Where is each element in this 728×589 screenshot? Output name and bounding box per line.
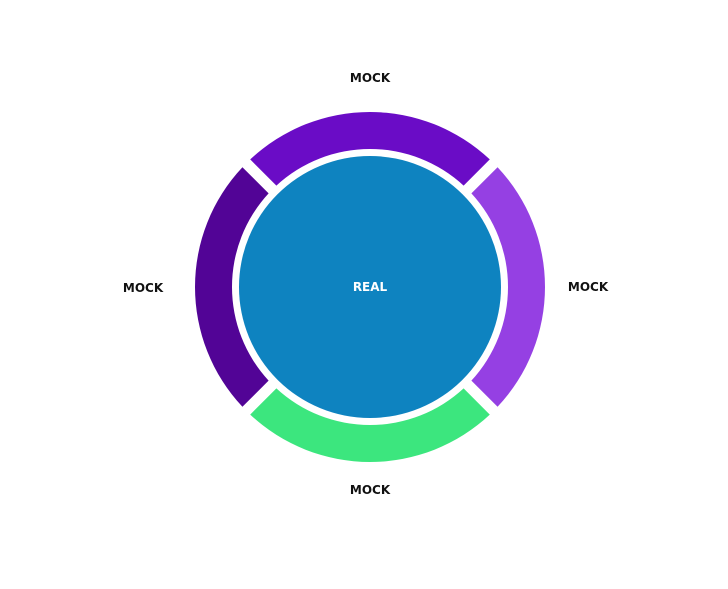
center-label: REAL — [352, 280, 388, 294]
segment-bottom-label: MOCK — [349, 483, 391, 497]
segment-top-label: MOCK — [349, 71, 391, 85]
segment-left-label: MOCK — [122, 281, 164, 295]
ring-diagram-svg — [195, 112, 545, 462]
segment-right-label: MOCK — [567, 280, 609, 294]
